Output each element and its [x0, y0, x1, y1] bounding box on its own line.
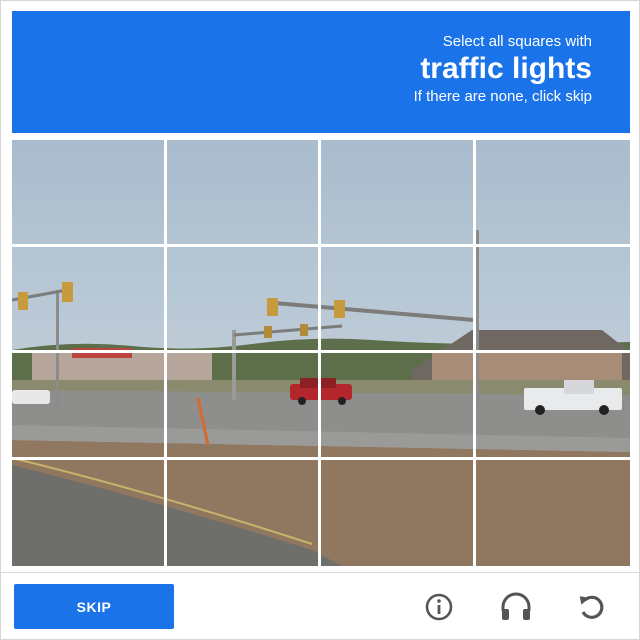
- instruction-header: Select all squares with traffic lights I…: [12, 11, 630, 133]
- headphones-icon: [499, 591, 533, 623]
- tile-4[interactable]: [475, 140, 630, 247]
- captcha-frame: Select all squares with traffic lights I…: [0, 0, 640, 640]
- tile-1[interactable]: [12, 140, 167, 247]
- tile-6[interactable]: [166, 246, 321, 353]
- info-icon: [424, 592, 454, 622]
- reload-button[interactable]: [570, 587, 614, 627]
- tile-9[interactable]: [12, 353, 167, 460]
- tile-16[interactable]: [476, 460, 631, 567]
- tile-2[interactable]: [166, 140, 321, 247]
- tile-7[interactable]: [321, 246, 476, 353]
- tile-11[interactable]: [321, 353, 476, 460]
- reload-icon: [576, 591, 608, 623]
- tile-5[interactable]: [12, 246, 167, 353]
- instruction-line3: If there are none, click skip: [413, 88, 592, 105]
- tile-8[interactable]: [475, 247, 630, 353]
- info-button[interactable]: [417, 587, 461, 627]
- tile-grid: [12, 140, 630, 566]
- instruction-target: traffic lights: [420, 52, 592, 85]
- audio-challenge-button[interactable]: [494, 587, 538, 627]
- footer-divider: [1, 572, 640, 573]
- tile-14[interactable]: [167, 459, 321, 566]
- tile-13[interactable]: [12, 459, 167, 566]
- skip-button[interactable]: SKIP: [14, 584, 174, 629]
- tile-15[interactable]: [321, 459, 476, 566]
- tile-10[interactable]: [166, 353, 321, 460]
- tile-3[interactable]: [321, 140, 476, 247]
- tile-12[interactable]: [475, 353, 630, 460]
- instruction-line1: Select all squares with: [442, 33, 592, 50]
